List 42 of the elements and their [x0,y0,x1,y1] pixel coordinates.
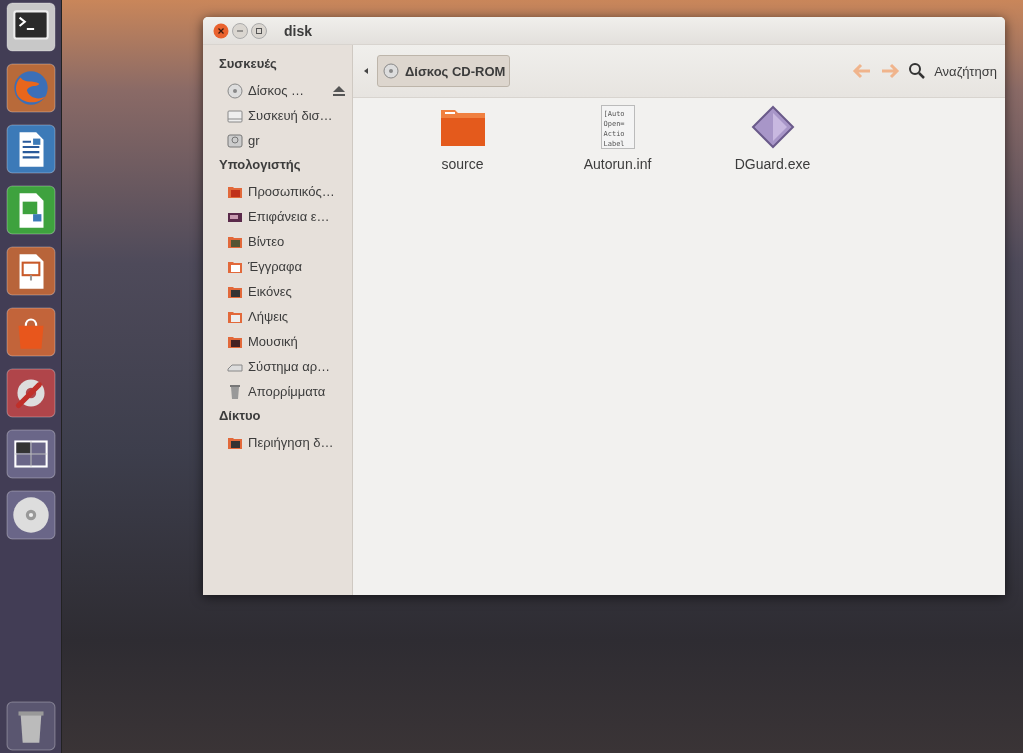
sidebar-item[interactable]: Λήψεις [203,304,352,329]
store-launcher-icon[interactable] [4,307,57,357]
disc-icon [383,63,399,79]
trash-icon [227,383,243,400]
trash-launcher-icon[interactable] [4,701,57,751]
sidebar-item[interactable]: Δίσκος … [203,78,352,103]
sidebar-item[interactable]: Επιφάνεια ε… [203,204,352,229]
close-icon[interactable] [213,22,229,39]
disc-launcher-icon[interactable] [4,490,57,540]
disc-icon [227,82,243,99]
sidebar-item[interactable]: gr [203,128,352,153]
eject-icon[interactable] [332,84,346,97]
sidebar-item[interactable]: Μουσική [203,329,352,354]
harddisk-icon [227,132,243,149]
sidebar-heading: Υπολογιστής [218,156,302,174]
calc-launcher-icon[interactable] [4,185,57,235]
terminal-launcher-icon[interactable] [4,2,57,52]
sidebar-item[interactable]: Σύστημα αρ… [203,354,352,379]
maximize-icon[interactable] [251,22,267,39]
workspaces-launcher-icon[interactable] [4,429,57,479]
drive-icon [227,107,243,124]
window-title: disk [284,22,312,39]
diamond-icon [750,105,795,149]
sidebar-heading: Δίκτυο [218,407,262,425]
search-icon[interactable] [908,62,927,80]
sidebar-item[interactable]: Περιήγηση δ… [203,430,352,455]
sidebar-item[interactable]: Βίντεο [203,229,352,254]
sidebar-item[interactable]: Συσκευή δισ… [203,103,352,128]
sidebar-item[interactable]: Απορρίμματα [203,379,352,404]
sidebar-item[interactable]: Εικόνες [203,279,352,304]
file-name[interactable]: Autorun.inf [583,156,652,172]
file-name[interactable]: source [441,156,484,172]
sidebar-item[interactable]: Έγγραφα [203,254,352,279]
sidebar-heading: Συσκευές [218,55,278,73]
file-name[interactable]: DGuard.exe [734,156,811,172]
search-label[interactable]: Αναζήτηση [934,63,997,79]
path-button[interactable]: Δίσκος CD-ROM [377,55,511,87]
writer-launcher-icon[interactable] [4,124,57,174]
sidebar-item[interactable]: Προσωπικός… [203,179,352,204]
scroll-left-icon[interactable] [363,67,369,75]
browser-launcher-icon[interactable] [4,63,57,113]
impress-launcher-icon[interactable] [4,246,57,296]
